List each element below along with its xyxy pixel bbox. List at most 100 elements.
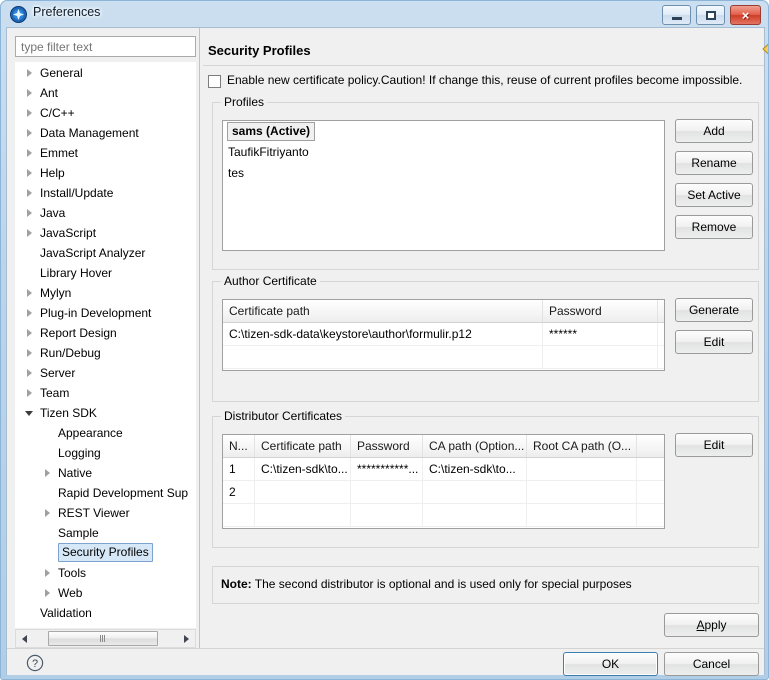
author-edit-button[interactable]: Edit	[675, 330, 753, 354]
sidebar-item-c-c[interactable]: C/C++	[16, 103, 195, 123]
list-item[interactable]: TaufikFitriyanto	[223, 142, 664, 163]
chevron-right-icon[interactable]	[24, 183, 38, 203]
sidebar-item-plug-in-development[interactable]: Plug-in Development	[16, 303, 195, 323]
sidebar-item-validation[interactable]: Validation	[16, 603, 195, 623]
table-cell[interactable]	[527, 504, 637, 526]
chevron-right-icon[interactable]	[24, 223, 38, 243]
distributor-certificates-table[interactable]: N... Certificate path Password CA path (Opt…	[222, 434, 665, 529]
chevron-right-icon[interactable]	[24, 143, 38, 163]
minimize-button[interactable]	[662, 5, 691, 25]
sidebar-item-web[interactable]: Web	[16, 583, 195, 603]
scroll-right-icon[interactable]	[178, 630, 195, 647]
table-cell[interactable]: C:\tizen-sdk\to...	[423, 458, 527, 480]
chevron-right-icon[interactable]	[24, 203, 38, 223]
sidebar-item-server[interactable]: Server	[16, 363, 195, 383]
chevron-right-icon[interactable]	[24, 123, 38, 143]
table-row[interactable]	[223, 346, 664, 369]
table-cell[interactable]: 1	[223, 458, 255, 480]
table-cell[interactable]	[351, 504, 423, 526]
add-button[interactable]: Add	[675, 119, 753, 143]
chevron-right-icon[interactable]	[24, 163, 38, 183]
table-cell[interactable]	[527, 458, 637, 480]
table-cell[interactable]	[223, 346, 543, 368]
column-header[interactable]: Certificate path	[255, 435, 351, 457]
table-cell[interactable]	[255, 504, 351, 526]
distributor-edit-button[interactable]: Edit	[675, 433, 753, 457]
chevron-right-icon[interactable]	[24, 83, 38, 103]
table-cell[interactable]: ******	[543, 323, 658, 345]
scrollbar-thumb[interactable]	[48, 631, 158, 646]
sidebar-item-ant[interactable]: Ant	[16, 83, 195, 103]
filter-input[interactable]	[15, 36, 196, 57]
chevron-right-icon[interactable]	[24, 363, 38, 383]
sidebar-item-sample[interactable]: Sample	[16, 523, 195, 543]
apply-button[interactable]: Apply	[664, 613, 759, 637]
sidebar-item-tizen-sdk[interactable]: Tizen SDK	[16, 403, 195, 423]
sidebar-item-javascript-analyzer[interactable]: JavaScript Analyzer	[16, 243, 195, 263]
column-header[interactable]: Root CA path (O...	[527, 435, 637, 457]
scroll-left-icon[interactable]	[16, 630, 33, 647]
table-cell[interactable]	[543, 346, 658, 368]
chevron-right-icon[interactable]	[42, 463, 56, 483]
list-item[interactable]: sams (Active)	[223, 121, 664, 142]
sidebar-item-native[interactable]: Native	[16, 463, 195, 483]
sidebar-item-java[interactable]: Java	[16, 203, 195, 223]
table-cell[interactable]: C:\tizen-sdk-data\keystore\author\formul…	[223, 323, 543, 345]
help-question-mark-icon[interactable]: ?	[26, 654, 44, 672]
table-cell[interactable]	[351, 481, 423, 503]
column-header[interactable]: Password	[543, 300, 658, 322]
chevron-right-icon[interactable]	[24, 343, 38, 363]
tree-horizontal-scrollbar[interactable]	[15, 629, 196, 648]
table-cell[interactable]	[527, 481, 637, 503]
table-cell[interactable]: C:\tizen-sdk\to...	[255, 458, 351, 480]
sidebar-item-general[interactable]: General	[16, 63, 195, 83]
table-cell[interactable]: ***********...	[351, 458, 423, 480]
table-cell[interactable]	[423, 481, 527, 503]
chevron-right-icon[interactable]	[42, 583, 56, 603]
column-header[interactable]: Password	[351, 435, 423, 457]
chevron-right-icon[interactable]	[42, 503, 56, 523]
profiles-list[interactable]: sams (Active) TaufikFitriyanto tes	[222, 120, 665, 251]
chevron-right-icon[interactable]	[24, 623, 38, 627]
sidebar-item-web[interactable]: Web	[16, 623, 195, 627]
column-header[interactable]: CA path (Option...	[423, 435, 527, 457]
generate-button[interactable]: Generate	[675, 298, 753, 322]
remove-button[interactable]: Remove	[675, 215, 753, 239]
column-header[interactable]: N...	[223, 435, 255, 457]
table-cell[interactable]: 2	[223, 481, 255, 503]
chevron-right-icon[interactable]	[24, 63, 38, 83]
list-item[interactable]: tes	[223, 163, 664, 184]
author-certificate-table[interactable]: Certificate path Password C:\tizen-sdk-dat…	[222, 299, 665, 371]
table-row[interactable]: 1 C:\tizen-sdk\to... ***********... C:\tize…	[223, 458, 664, 481]
maximize-button[interactable]	[696, 5, 725, 25]
sidebar-item-mylyn[interactable]: Mylyn	[16, 283, 195, 303]
sidebar-item-rest-viewer[interactable]: REST Viewer	[16, 503, 195, 523]
sidebar-item-report-design[interactable]: Report Design	[16, 323, 195, 343]
table-row[interactable]: 2	[223, 481, 664, 504]
set-active-button[interactable]: Set Active	[675, 183, 753, 207]
sidebar-item-run-debug[interactable]: Run/Debug	[16, 343, 195, 363]
chevron-right-icon[interactable]	[24, 103, 38, 123]
sidebar-item-logging[interactable]: Logging	[16, 443, 195, 463]
preferences-tree[interactable]: General Ant C/C++ Data Management Emmet Help I…	[15, 62, 196, 628]
sidebar-item-rapid-development-sup[interactable]: Rapid Development Sup	[16, 483, 195, 503]
sidebar-item-javascript[interactable]: JavaScript	[16, 223, 195, 243]
chevron-right-icon[interactable]	[24, 303, 38, 323]
sidebar-item-install-update[interactable]: Install/Update	[16, 183, 195, 203]
column-header[interactable]: Certificate path	[223, 300, 543, 322]
table-row[interactable]	[223, 504, 664, 527]
cancel-button[interactable]: Cancel	[664, 652, 759, 676]
enable-policy-checkbox[interactable]	[208, 75, 221, 88]
sidebar-item-data-management[interactable]: Data Management	[16, 123, 195, 143]
table-cell[interactable]	[423, 504, 527, 526]
chevron-right-icon[interactable]	[42, 563, 56, 583]
chevron-right-icon[interactable]	[24, 323, 38, 343]
chevron-down-icon[interactable]	[24, 403, 38, 423]
table-row[interactable]: C:\tizen-sdk-data\keystore\author\formul…	[223, 323, 664, 346]
close-button[interactable]: ×	[730, 5, 761, 25]
sidebar-item-library-hover[interactable]: Library Hover	[16, 263, 195, 283]
chevron-right-icon[interactable]	[24, 383, 38, 403]
sidebar-item-security-profiles[interactable]: Security Profiles	[16, 543, 195, 563]
table-cell[interactable]	[223, 504, 255, 526]
back-arrow-icon[interactable]	[761, 41, 768, 60]
